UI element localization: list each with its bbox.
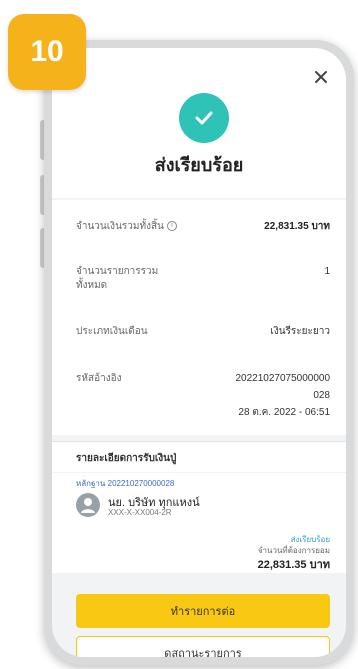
check-icon [195, 111, 213, 125]
view-status-button[interactable]: ดูสถานะรายการ [76, 636, 330, 657]
total-items-label: จำนวนรายการรวมทั้งหมด [76, 266, 159, 291]
reference-label: รหัสอ้างอิง [76, 373, 122, 384]
close-icon[interactable] [312, 68, 330, 86]
recipient-account-number: XXX-X-XX004-2R [108, 508, 172, 517]
reference-number: 20221027075000000 [235, 373, 330, 384]
total-amount-value: 22,831.35 บาท [264, 221, 330, 232]
transaction-datetime: 28 ต.ค. 2022 - 06:51 [238, 407, 330, 418]
step-badge: 10 [8, 14, 86, 90]
transfer-summary: จำนวนเงินรวมทั้งสิ้น i 22,831.35 บาท จำนว… [52, 200, 346, 435]
phone-screen: ส่งเรียบร้อย จำนวนเงินรวมทั้งสิ้น i 22,83… [52, 48, 346, 657]
total-amount-label: จำนวนเงินรวมทั้งสิ้น [76, 221, 164, 232]
recipient-amount: 22,831.35 บาท [257, 559, 330, 571]
continue-button[interactable]: ทำรายการต่อ [76, 594, 330, 628]
transfer-type-value: เงินรีระยะยาว [270, 326, 330, 337]
transfer-type-label: ประเภทเงินเดือน [76, 326, 148, 337]
page-title: ส่งเรียบร้อย [154, 155, 244, 175]
avatar [76, 493, 100, 517]
info-icon[interactable]: i [166, 221, 177, 232]
recipient-section-title: รายละเอียดการรับเงินปู่ [76, 453, 177, 464]
recipient-reference: หลักฐาน 202210270000028 [76, 479, 175, 488]
user-icon [81, 498, 95, 513]
success-icon [179, 93, 229, 143]
reference-number-suffix: 028 [313, 390, 330, 401]
phone-frame: ส่งเรียบร้อย จำนวนเงินรวมทั้งสิ้น i 22,83… [44, 40, 354, 665]
recipient-section-header: รายละเอียดการรับเงินปู่ [52, 441, 346, 472]
total-items-value: 1 [324, 266, 330, 277]
recipient-card: หลักฐาน 202210270000028 นย. บริษัท ทุกแห… [52, 473, 346, 573]
success-header: ส่งเรียบร้อย [52, 48, 346, 198]
